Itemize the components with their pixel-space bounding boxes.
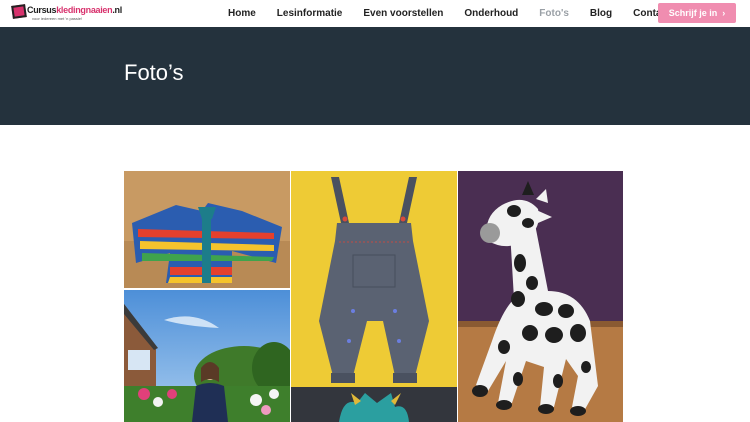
gallery-photo-garden[interactable] — [124, 290, 290, 422]
nav-item-lesinformatie[interactable]: Lesinformatie — [277, 8, 343, 19]
chevron-right-icon: › — [722, 8, 726, 18]
page-title: Foto’s — [124, 60, 184, 85]
site-logo[interactable]: Cursuskledingnaaien.nl voor iedereen met… — [11, 4, 122, 24]
garden-portrait-photo — [124, 290, 290, 422]
plush-giraffe-photo — [458, 171, 623, 422]
logo-text: Cursuskledingnaaien.nl — [27, 5, 122, 15]
signup-button-label: Schrijf je in — [668, 8, 718, 18]
logo-mark-icon — [11, 4, 27, 19]
nav-item-fotos[interactable]: Foto's — [539, 8, 569, 19]
nav-item-onderhoud[interactable]: Onderhoud — [464, 8, 518, 19]
page-hero: Foto’s — [0, 27, 750, 125]
logo-tagline: voor iedereen met 'n passie! — [32, 16, 83, 21]
rainbow-jacket-photo — [124, 171, 290, 288]
site-header: Cursuskledingnaaien.nl voor iedereen met… — [0, 0, 750, 27]
gallery-photo-jacket[interactable] — [124, 171, 290, 288]
nav-item-even-voorstellen[interactable]: Even voorstellen — [363, 8, 443, 19]
main-nav: Home Lesinformatie Even voorstellen Onde… — [228, 0, 670, 27]
denim-dungarees-photo — [291, 171, 457, 422]
photo-gallery — [124, 171, 623, 422]
gallery-photo-dungarees[interactable] — [291, 171, 457, 422]
signup-button[interactable]: Schrijf je in › — [658, 3, 736, 23]
nav-item-blog[interactable]: Blog — [590, 8, 612, 19]
gallery-photo-giraffe[interactable] — [458, 171, 623, 422]
nav-item-home[interactable]: Home — [228, 8, 256, 19]
